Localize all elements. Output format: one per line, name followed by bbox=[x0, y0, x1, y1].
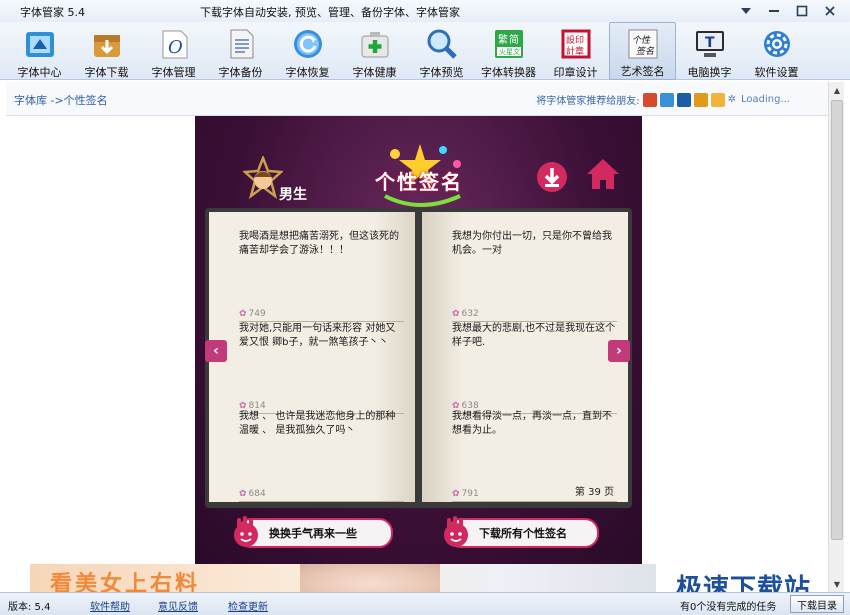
tool-font-download[interactable]: 字体下载 bbox=[73, 22, 140, 80]
share-area: 将字体管家推荐给朋友: ✲ Loading... bbox=[536, 92, 790, 107]
settings-gear-icon bbox=[759, 26, 795, 62]
ad-image bbox=[300, 564, 440, 592]
tool-font-converter[interactable]: 繁简火星文 字体转换器 bbox=[475, 22, 542, 80]
hand-icon bbox=[444, 516, 468, 547]
page-number: 第 39 页 bbox=[574, 487, 614, 498]
status-bar: 版本: 5.4 软件帮助 意见反馈 检查更新 有0个没有完成的任务 下载目录 bbox=[0, 592, 850, 615]
chevron-right-icon: › bbox=[616, 343, 622, 359]
share-weibo-icon[interactable] bbox=[710, 92, 725, 107]
breadcrumb[interactable]: 字体库 ->个性签名 bbox=[14, 92, 108, 108]
signature-page: 男生 个性签名 我喝酒是想把痛苦溺死，但这该死的痛苦却学会了游泳！！！ ✿ 749… bbox=[195, 116, 642, 564]
boy-avatar-star bbox=[241, 154, 285, 203]
tool-settings[interactable]: 软件设置 bbox=[743, 22, 810, 80]
tool-font-center[interactable]: 字体中心 bbox=[6, 22, 73, 80]
like-flower-icon: ✿ bbox=[239, 489, 247, 499]
like-flower-icon: ✿ bbox=[452, 309, 460, 319]
seal-design-icon: 設印 計章 bbox=[558, 26, 594, 62]
svg-text:計章: 計章 bbox=[566, 45, 584, 57]
tool-seal-design[interactable]: 設印 計章 印章设计 bbox=[542, 22, 609, 80]
art-signature-icon: 个性 签名 bbox=[625, 27, 661, 61]
tool-font-preview[interactable]: 字体预览 bbox=[408, 22, 475, 80]
svg-text:繁: 繁 bbox=[498, 33, 508, 46]
tool-font-restore[interactable]: 字体恢复 bbox=[274, 22, 341, 80]
svg-text:火星文: 火星文 bbox=[499, 47, 520, 56]
home-icon[interactable] bbox=[585, 156, 621, 195]
help-link[interactable]: 软件帮助 bbox=[90, 598, 130, 613]
font-restore-icon bbox=[290, 26, 326, 62]
brand-title: 个性签名 bbox=[375, 170, 463, 194]
ad-banner[interactable]: 看美女上右料 bbox=[30, 564, 656, 592]
share-renren-icon[interactable] bbox=[642, 92, 657, 107]
window-controls bbox=[734, 2, 842, 20]
vertical-scrollbar[interactable]: ▲ ▼ bbox=[828, 82, 844, 592]
share-label: 将字体管家推荐给朋友: bbox=[536, 96, 640, 107]
next-page-button[interactable]: › bbox=[608, 340, 630, 362]
font-download-icon bbox=[89, 26, 125, 62]
loading-text: Loading... bbox=[741, 94, 790, 105]
version-label: 版本: 5.4 bbox=[8, 602, 51, 613]
download-circle-icon[interactable] bbox=[535, 160, 569, 197]
close-icon[interactable] bbox=[818, 2, 842, 20]
download-all-button[interactable]: 下载所有个性签名 bbox=[444, 516, 599, 548]
chevron-left-icon: ‹ bbox=[213, 343, 219, 359]
tool-font-health[interactable]: 字体健康 bbox=[341, 22, 408, 80]
like-flower-icon: ✿ bbox=[239, 309, 247, 319]
svg-text:签名: 签名 bbox=[636, 46, 655, 57]
font-manage-icon: O bbox=[156, 26, 192, 62]
scroll-thumb[interactable] bbox=[831, 100, 843, 540]
download-dir-button[interactable]: 下载目录 bbox=[790, 595, 844, 613]
svg-text:简: 简 bbox=[509, 33, 519, 46]
font-center-icon bbox=[22, 26, 58, 62]
tool-font-manage[interactable]: O 字体管理 bbox=[140, 22, 207, 80]
svg-text:O: O bbox=[168, 37, 183, 58]
tool-font-backup[interactable]: 字体备份 bbox=[207, 22, 274, 80]
font-health-icon bbox=[357, 26, 393, 62]
svg-text:設印: 設印 bbox=[566, 34, 584, 46]
app-slogan: 下载字体自动安装, 预览、管理、备份字体、字体管家 bbox=[200, 6, 460, 19]
loading-spinner-icon: ✲ bbox=[727, 94, 736, 105]
maximize-icon[interactable] bbox=[790, 2, 814, 20]
menu-dropdown-icon[interactable] bbox=[734, 2, 758, 20]
title-bar: 字体管家 5.4 下载字体自动安装, 预览、管理、备份字体、字体管家 bbox=[0, 0, 850, 22]
share-kaixin-icon[interactable] bbox=[676, 92, 691, 107]
signature-entry[interactable]: 我想 、 也许是我迷恋他身上的那种温暖 、 是我孤独久了吗丶 ✿ 684 bbox=[239, 410, 404, 502]
font-converter-icon: 繁简火星文 bbox=[491, 26, 527, 62]
prev-page-button[interactable]: ‹ bbox=[205, 340, 227, 362]
hand-icon bbox=[234, 516, 258, 547]
minimize-icon[interactable] bbox=[762, 2, 786, 20]
computer-font-icon: T bbox=[692, 26, 728, 62]
scroll-down-icon[interactable]: ▼ bbox=[829, 576, 845, 592]
signature-book: 我喝酒是想把痛苦溺死，但这该死的痛苦却学会了游泳！！！ ✿ 749 我对她,只能用… bbox=[205, 208, 632, 508]
signature-entry[interactable]: 我喝酒是想把痛苦溺死，但这该死的痛苦却学会了游泳！！！ ✿ 749 bbox=[239, 230, 404, 322]
font-backup-icon bbox=[223, 26, 259, 62]
more-signatures-button[interactable]: 换换手气再来一些 bbox=[234, 516, 393, 548]
tool-computer-font[interactable]: T 电脑换字 bbox=[676, 22, 743, 80]
share-douban-icon[interactable] bbox=[693, 92, 708, 107]
svg-text:T: T bbox=[705, 35, 715, 51]
font-preview-icon bbox=[424, 26, 460, 62]
signature-entry[interactable]: 我对她,只能用一句话来形容 对她又爱又恨 卿b子，就一煞笔孩子丶丶 ✿ 814 bbox=[239, 322, 404, 414]
share-qq-icon[interactable] bbox=[659, 92, 674, 107]
check-update-link[interactable]: 检查更新 bbox=[228, 598, 268, 613]
svg-text:个性: 个性 bbox=[632, 35, 651, 46]
like-flower-icon: ✿ bbox=[452, 489, 460, 499]
book-right-page: 我想为你付出一切，只是你不曾给我机会。一对 ✿ 632 我想最大的悲剧,也不过是我… bbox=[422, 212, 628, 502]
book-left-page: 我喝酒是想把痛苦溺死，但这该死的痛苦却学会了游泳！！！ ✿ 749 我对她,只能用… bbox=[209, 212, 415, 502]
ad-text: 看美女上右料 bbox=[50, 572, 201, 592]
main-toolbar: 字体中心 字体下载 O 字体管理 字体备份 字体恢复 字体健康 字体预览 繁 简… bbox=[0, 22, 850, 80]
tool-art-signature[interactable]: 个性 签名 艺术签名 bbox=[609, 22, 676, 80]
address-bar: 字体库 ->个性签名 将字体管家推荐给朋友: ✲ Loading... bbox=[6, 82, 828, 116]
gender-label: 男生 bbox=[279, 187, 307, 203]
signature-entry[interactable]: 我想为你付出一切，只是你不曾给我机会。一对 ✿ 632 bbox=[452, 230, 617, 322]
app-title: 字体管家 5.4 bbox=[20, 6, 85, 19]
task-status: 有0个没有完成的任务 bbox=[680, 602, 777, 613]
signature-entry[interactable]: 我想最大的悲剧,也不过是我现在这个样子吧. ✿ 638 bbox=[452, 322, 617, 414]
feedback-link[interactable]: 意见反馈 bbox=[158, 598, 198, 613]
scroll-up-icon[interactable]: ▲ bbox=[829, 82, 845, 98]
